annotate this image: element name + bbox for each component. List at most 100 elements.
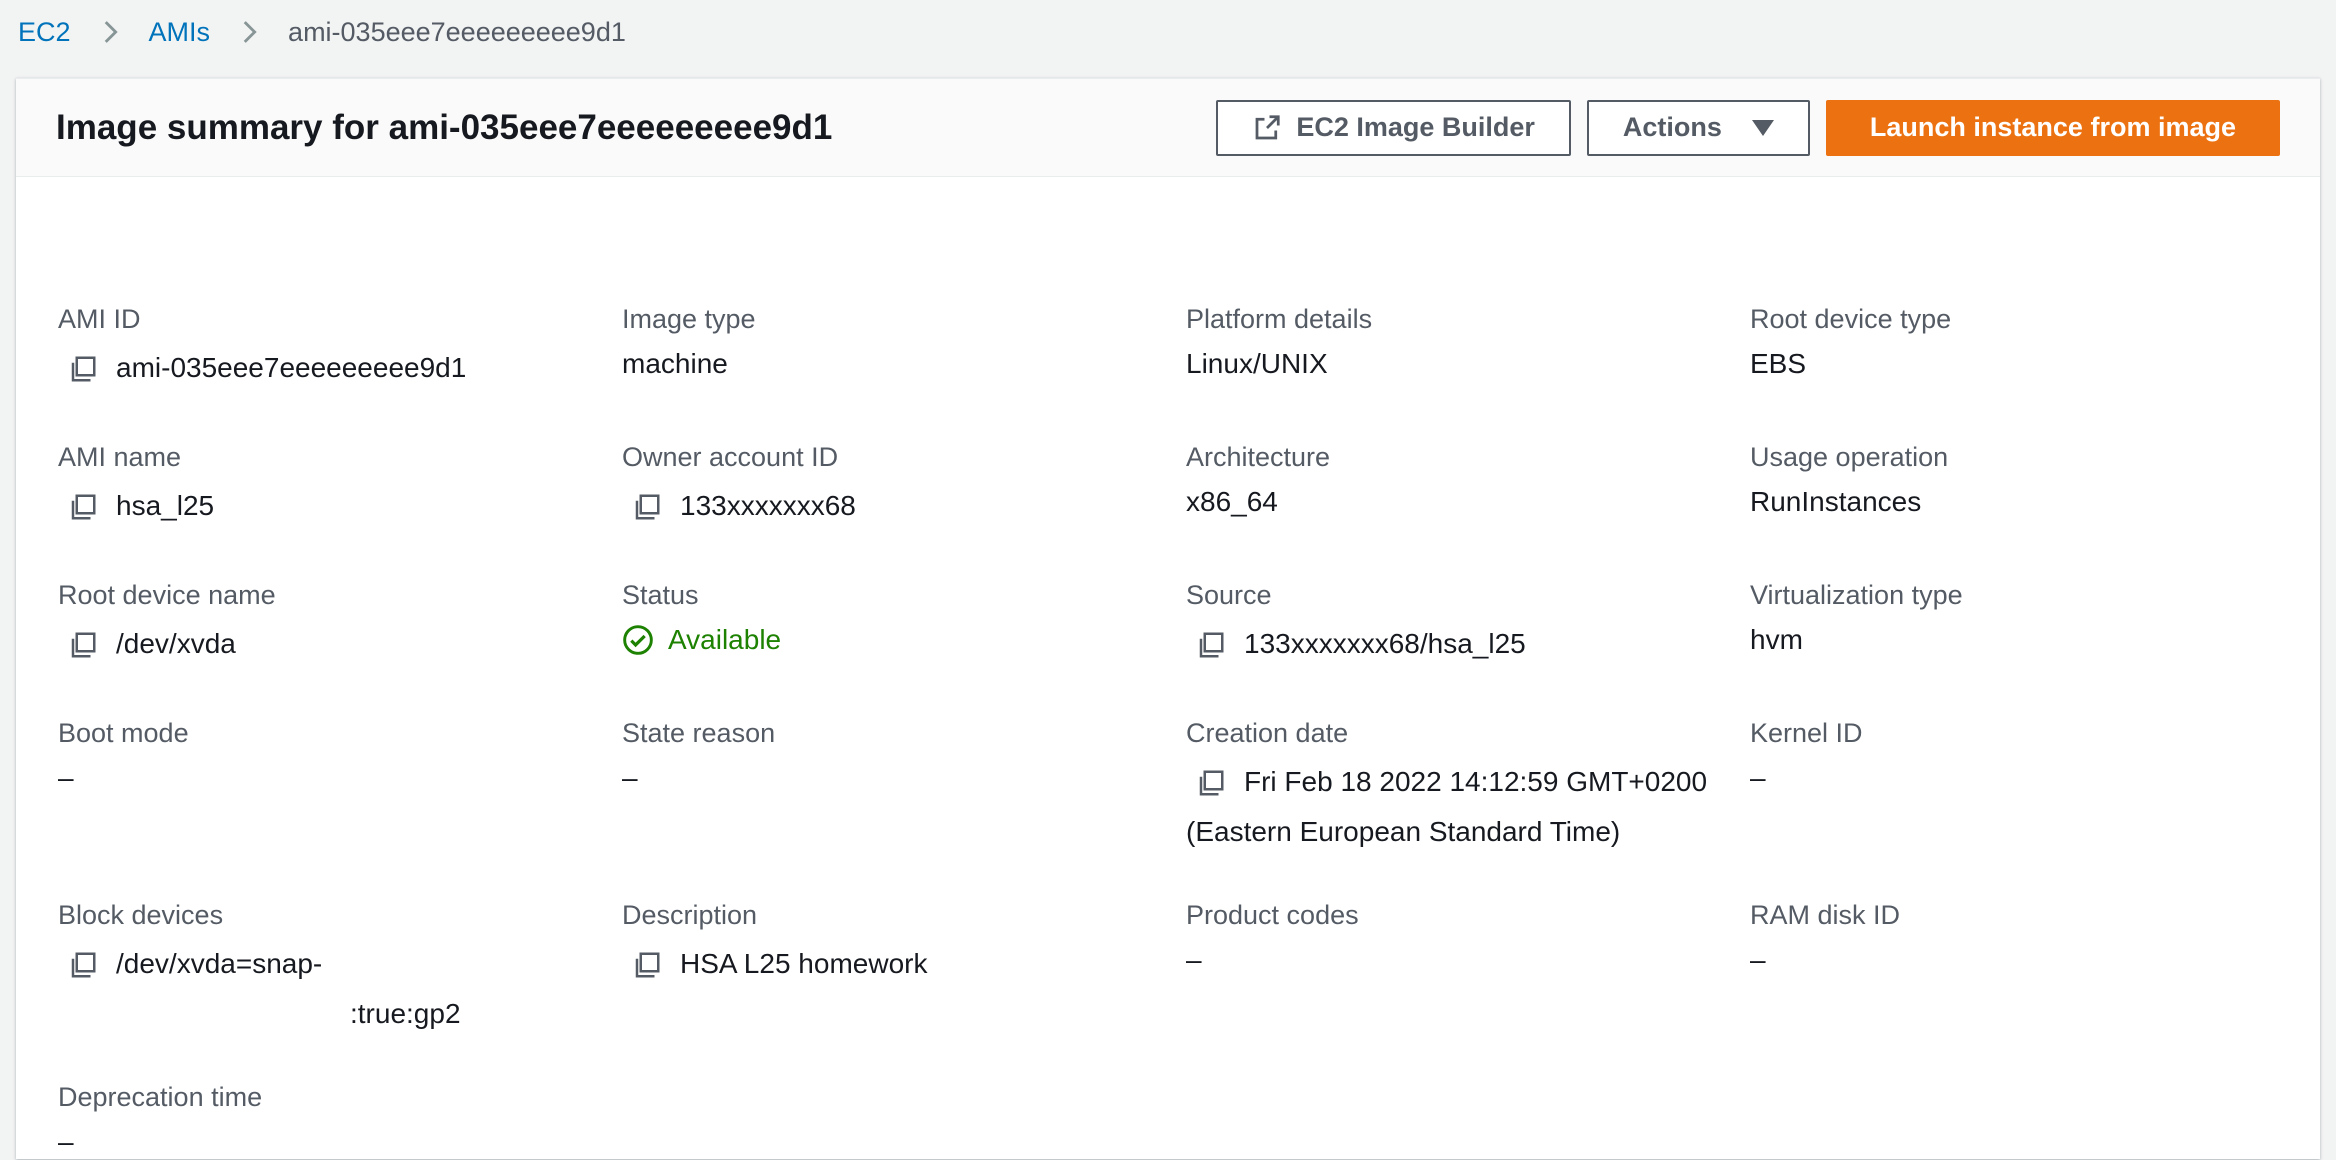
field-value: /dev/xvda=snap- (116, 948, 323, 979)
field-value-row: Fri Feb 18 2022 14:12:59 GMT+0200 (1186, 764, 1707, 800)
field-usage-operation: Usage operation RunInstances (1750, 440, 1948, 520)
field-value-line2: :true:gp2 (350, 998, 461, 1029)
field-label: Block devices (58, 900, 224, 930)
field-value-line2: (Eastern European Standard Time) (1186, 816, 1621, 847)
ec2-image-builder-button[interactable]: EC2 Image Builder (1216, 99, 1571, 156)
field-block-devices: Block devices /dev/xvda=snap- :true:gp2 (58, 898, 461, 1032)
field-boot-mode: Boot mode – (58, 716, 189, 796)
breadcrumb: EC2 AMIs ami-035eee7eeeeeeeee9d1 (18, 0, 626, 64)
actions-dropdown-button[interactable]: Actions (1586, 99, 1810, 156)
field-value: /dev/xvda (116, 628, 236, 659)
external-link-icon (1255, 114, 1280, 139)
field-value: machine (622, 348, 728, 379)
field-value: Fri Feb 18 2022 14:12:59 GMT+0200 (1244, 766, 1708, 797)
field-root-device-type: Root device type EBS (1750, 302, 1951, 382)
actions-label: Actions (1622, 112, 1722, 142)
field-label: Source (1186, 580, 1272, 610)
copy-icon[interactable] (68, 492, 98, 522)
field-label: Owner account ID (622, 442, 839, 472)
check-circle-icon (623, 625, 653, 655)
field-label: Virtualization type (1750, 580, 1963, 610)
field-value: Linux/UNIX (1186, 348, 1328, 379)
field-ami-name: AMI name hsa_l25 (58, 440, 214, 524)
field-label: Usage operation (1750, 442, 1949, 472)
copy-icon[interactable] (632, 492, 662, 522)
field-label: Creation date (1186, 718, 1349, 748)
breadcrumb-current: ami-035eee7eeeeeeeee9d1 (288, 16, 626, 47)
field-value: hvm (1750, 624, 1803, 655)
copy-icon[interactable] (1196, 768, 1226, 798)
field-value-row: 133xxxxxxx68/hsa_l25 (1186, 626, 1526, 662)
chevron-right-icon (232, 15, 266, 49)
field-value: hsa_l25 (116, 490, 215, 521)
field-ram-disk-id: RAM disk ID – (1750, 898, 1900, 978)
field-deprecation-time: Deprecation time – (58, 1080, 262, 1160)
field-value: 133xxxxxxx68 (680, 490, 856, 521)
field-source: Source 133xxxxxxx68/hsa_l25 (1186, 578, 1526, 662)
chevron-right-icon (93, 15, 127, 49)
field-platform-details: Platform details Linux/UNIX (1186, 302, 1372, 382)
field-label: AMI name (58, 442, 182, 472)
field-value-row: ami-035eee7eeeeeeeee9d1 (58, 350, 466, 386)
breadcrumb-ec2[interactable]: EC2 (18, 17, 71, 48)
copy-icon[interactable] (68, 950, 98, 980)
field-label: Boot mode (58, 718, 189, 748)
field-value: – (1186, 944, 1202, 975)
image-summary-panel: Image summary for ami-035eee7eeeeeeeee9d… (16, 78, 2320, 1159)
field-label: Root device type (1750, 304, 1952, 334)
field-value: EBS (1750, 348, 1807, 379)
field-root-device-name: Root device name /dev/xvda (58, 578, 276, 662)
field-ami-id: AMI ID ami-035eee7eeeeeeeee9d1 (58, 302, 466, 386)
field-description: Description HSA L25 homework (622, 898, 927, 982)
field-value: x86_64 (1186, 486, 1278, 517)
field-label: Image type (622, 304, 756, 334)
field-label: State reason (622, 718, 776, 748)
copy-icon[interactable] (632, 950, 662, 980)
field-value-row: /dev/xvda (58, 626, 276, 662)
launch-instance-label: Launch instance from image (1869, 112, 2236, 142)
field-status: Status Available (622, 578, 781, 658)
field-value: – (622, 762, 638, 793)
field-creation-date: Creation date Fri Feb 18 2022 14:12:59 G… (1186, 716, 1707, 850)
field-label: Root device name (58, 580, 276, 610)
field-value: RunInstances (1750, 486, 1922, 517)
status-text: Available (668, 624, 782, 655)
field-label: AMI ID (58, 304, 141, 334)
field-label: Product codes (1186, 900, 1359, 930)
status-badge: Available (622, 622, 781, 658)
copy-icon[interactable] (1196, 630, 1226, 660)
field-label: Kernel ID (1750, 718, 1863, 748)
field-label: Platform details (1186, 304, 1373, 334)
copy-icon[interactable] (68, 354, 98, 384)
field-value: – (1750, 944, 1766, 975)
field-label: RAM disk ID (1750, 900, 1901, 930)
field-label: Status (622, 580, 699, 610)
field-value-row: HSA L25 homework (622, 946, 927, 982)
copy-icon[interactable] (68, 630, 98, 660)
breadcrumb-amis[interactable]: AMIs (149, 17, 211, 48)
field-value: 133xxxxxxx68/hsa_l25 (1244, 628, 1526, 659)
field-label: Description (622, 900, 758, 930)
field-image-type: Image type machine (622, 302, 756, 382)
field-virtualization-type: Virtualization type hvm (1750, 578, 1963, 658)
field-value: HSA L25 homework (680, 948, 928, 979)
field-value: – (58, 1126, 74, 1157)
field-label: Deprecation time (58, 1082, 263, 1112)
field-value: – (58, 762, 74, 793)
field-label: Architecture (1186, 442, 1331, 472)
field-state-reason: State reason – (622, 716, 775, 796)
field-kernel-id: Kernel ID – (1750, 716, 1863, 796)
field-value-row: hsa_l25 (58, 488, 214, 524)
page-title: Image summary for ami-035eee7eeeeeeeee9d… (56, 107, 833, 147)
panel-header: Image summary for ami-035eee7eeeeeeeee9d… (16, 79, 2320, 177)
ec2-image-builder-label: EC2 Image Builder (1296, 112, 1535, 142)
caret-down-icon (1751, 119, 1774, 136)
field-product-codes: Product codes – (1186, 898, 1359, 978)
field-architecture: Architecture x86_64 (1186, 440, 1330, 520)
launch-instance-button[interactable]: Launch instance from image (1825, 99, 2280, 156)
field-owner-account-id: Owner account ID 133xxxxxxx68 (622, 440, 856, 524)
field-value-row: /dev/xvda=snap- (58, 946, 461, 982)
field-value: – (1750, 762, 1766, 793)
field-value: ami-035eee7eeeeeeeee9d1 (116, 352, 467, 383)
field-value-row: 133xxxxxxx68 (622, 488, 856, 524)
